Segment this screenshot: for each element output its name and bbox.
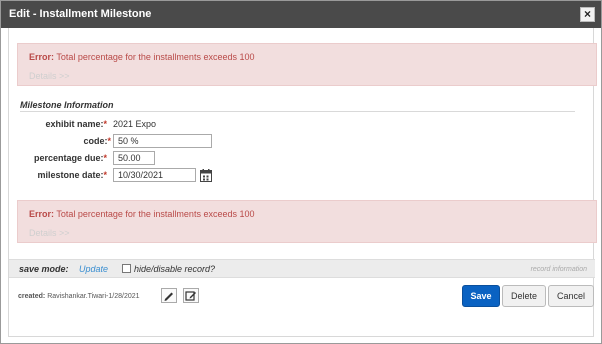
created-label: created: bbox=[18, 293, 46, 300]
code-input[interactable]: 50 % bbox=[113, 134, 212, 148]
error-prefix: Error: bbox=[29, 209, 55, 219]
field-label: exhibit name:* bbox=[45, 119, 107, 129]
field-row-milestone-date: milestone date:* 10/30/2021 bbox=[1, 168, 601, 183]
exhibit-name-value: 2021 Expo bbox=[113, 119, 157, 129]
calendar-icon[interactable] bbox=[200, 169, 212, 182]
hide-disable-checkbox[interactable] bbox=[122, 264, 131, 273]
created-info: created: Ravishankar.Tiwari-1/28/2021 bbox=[18, 293, 140, 300]
field-row-percentage-due: percentage due:* 50.00 bbox=[1, 151, 601, 166]
field-row-exhibit-name: exhibit name:* 2021 Expo bbox=[1, 117, 601, 132]
percentage-due-input[interactable]: 50.00 bbox=[113, 151, 155, 165]
field-label: code:* bbox=[83, 136, 111, 146]
edit-pencil-button[interactable] bbox=[161, 288, 177, 303]
error-details-link[interactable]: Details >> bbox=[29, 228, 70, 238]
hide-disable-label: hide/disable record? bbox=[134, 264, 216, 274]
save-button[interactable]: Save bbox=[462, 285, 500, 307]
error-message: Error: Total percentage for the installm… bbox=[29, 209, 254, 219]
created-value: Ravishankar.Tiwari-1/28/2021 bbox=[47, 293, 140, 300]
error-alert-bottom: Error: Total percentage for the installm… bbox=[17, 200, 597, 243]
error-text: Total percentage for the installments ex… bbox=[56, 52, 255, 62]
error-text: Total percentage for the installments ex… bbox=[56, 209, 255, 219]
field-row-code: code:* 50 % bbox=[1, 134, 601, 149]
milestone-date-input[interactable]: 10/30/2021 bbox=[113, 168, 196, 182]
field-label: percentage due:* bbox=[33, 153, 107, 163]
edit-square-icon bbox=[185, 291, 196, 301]
dialog-title: Edit - Installment Milestone bbox=[1, 1, 601, 28]
edit-record-button[interactable] bbox=[183, 288, 199, 303]
save-mode-bar: save mode: Update hide/disable record? r… bbox=[9, 259, 595, 278]
save-mode-label: save mode: bbox=[19, 264, 69, 274]
pencil-icon bbox=[164, 292, 173, 301]
close-button[interactable]: × bbox=[580, 7, 595, 22]
error-alert-top: Error: Total percentage for the installm… bbox=[17, 43, 597, 86]
error-message: Error: Total percentage for the installm… bbox=[29, 52, 254, 62]
save-mode-update-link[interactable]: Update bbox=[79, 264, 108, 274]
section-title: Milestone Information bbox=[20, 100, 575, 112]
field-label: milestone date:* bbox=[37, 170, 107, 180]
delete-button[interactable]: Delete bbox=[502, 285, 546, 307]
edit-installment-dialog: Edit - Installment Milestone × Error: To… bbox=[0, 0, 602, 344]
error-details-link[interactable]: Details >> bbox=[29, 71, 70, 81]
error-prefix: Error: bbox=[29, 52, 55, 62]
record-information-link[interactable]: record information bbox=[531, 266, 587, 273]
cancel-button[interactable]: Cancel bbox=[548, 285, 594, 307]
